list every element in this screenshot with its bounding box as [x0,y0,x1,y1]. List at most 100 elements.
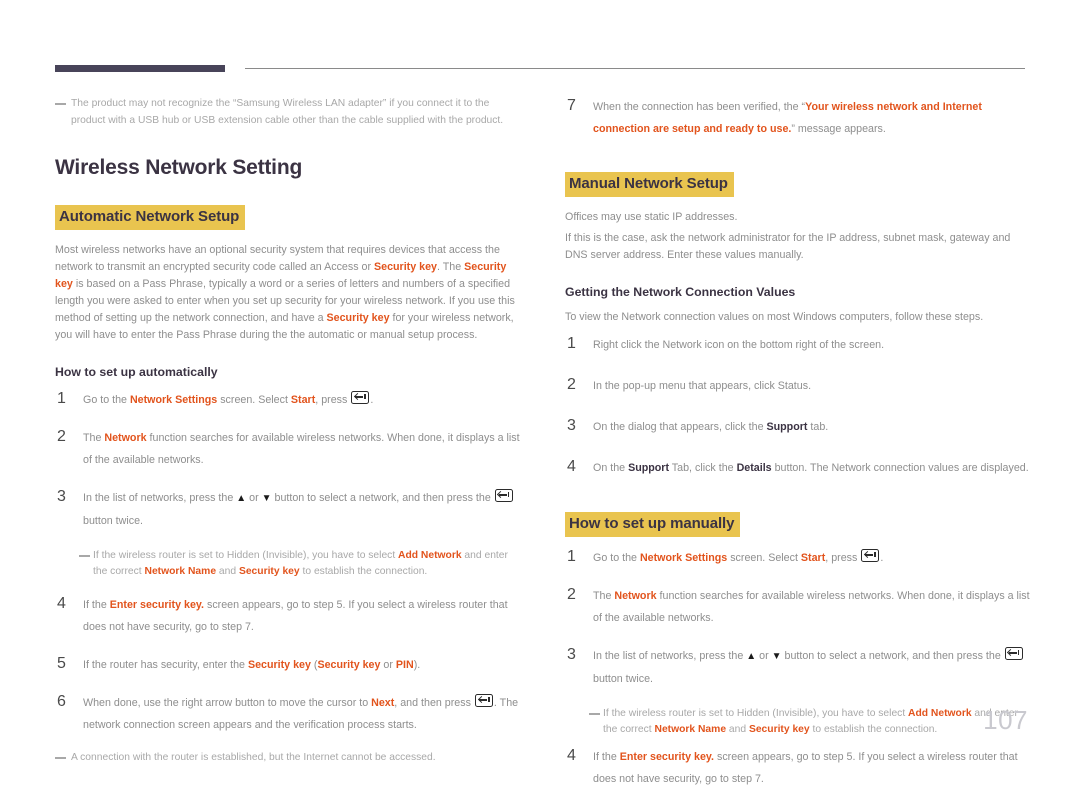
keyword-security-key: Security key [748,724,810,735]
automatic-steps-list: 1 Go to the Network Settings screen. Sel… [55,389,525,736]
step-text: button. The Network connection values ar… [771,462,1029,474]
bottom-note: A connection with the router is establis… [55,750,525,767]
keyword-network: Network [104,432,147,444]
step-item: 2 The Network function searches for avai… [55,427,525,471]
step-item: 1 Go to the Network Settings screen. Sel… [55,389,525,411]
step-text: button to select a network, and then pre… [271,492,494,504]
step-text: The [83,432,105,444]
left-column: The product may not recognize the “Samsu… [55,96,525,771]
right-column: 7 When the connection has been verified,… [565,96,1035,806]
step-text: button twice. [593,673,654,685]
keyword-security-key: Security key [247,659,311,671]
step-item: 6 When done, use the right arrow button … [55,692,525,736]
manual-page: The product may not recognize the “Samsu… [0,0,1080,785]
step-number: 1 [567,335,576,352]
step-text: In the list of networks, press the [83,492,237,504]
keyword-network-name: Network Name [144,566,217,577]
keyword-security-key: Security key [238,566,300,577]
note-text: and [726,724,749,735]
step-item: 4 If the Enter security key. screen appe… [55,594,525,638]
step-text: If the [83,599,110,611]
step-item: 1 Right click the Network icon on the bo… [565,334,1035,356]
keyword-start: Start [290,394,316,406]
header-rule-thick [55,65,225,72]
step-number: 5 [57,655,66,672]
step-text: ). [413,659,421,671]
step-text: ” message appears. [791,123,886,135]
keyword-security-key: Security key [317,659,381,671]
section-heading-automatic-network-setup: Automatic Network Setup [55,205,246,230]
step-text: In the list of networks, press the [593,650,747,662]
step-item: 4 On the Support Tab, click the Details … [565,457,1035,479]
step-text: screen. Select [727,552,801,564]
step-item: 7 When the connection has been verified,… [565,96,1035,140]
keyword-security-key: Security key [326,312,390,324]
step-text: , and then press [394,697,474,709]
keyword-start: Start [800,552,826,564]
section-heading-how-to-set-up-manually: How to set up manually [565,512,741,537]
keyword-support: Support [628,462,670,474]
note-text: If the wireless router is set to Hidden … [93,550,399,561]
step-item: 3 On the dialog that appears, click the … [565,416,1035,438]
page-title: Wireless Network Setting [55,156,303,179]
arrow-up-icon: ▲ [746,651,757,662]
keyword-security-key: Security key [374,261,437,273]
step-number: 7 [567,97,576,114]
step-text: Go to the [83,394,130,406]
step-number: 6 [57,693,66,710]
step-item: 1 Go to the Network Settings screen. Sel… [565,547,1035,569]
step-number: 4 [567,747,576,764]
step-text: tab. [807,421,829,433]
keyword-enter-security-key: Enter security key. [109,599,205,611]
step-text: . [370,394,374,406]
step-text: On the [593,462,629,474]
step-note: If the wireless router is set to Hidden … [589,706,1035,738]
step-text: , press [825,552,861,564]
keyword-add-network: Add Network [398,550,462,561]
keyword-support: Support [766,421,808,433]
step-item: 5 If the router has security, enter the … [55,654,525,676]
intro-paragraph: Most wireless networks have an optional … [55,242,525,344]
step-text: Tab, click the [669,462,737,474]
step-text: or [756,650,772,662]
step-number: 4 [57,595,66,612]
step-number: 2 [57,428,66,445]
step-text: . [880,552,884,564]
enter-key-icon [494,489,513,502]
keyword-network-settings: Network Settings [639,552,728,564]
step-text: function searches for available wireless… [593,590,1030,624]
step-text: When done, use the right arrow button to… [83,697,372,709]
step-text: or [380,659,396,671]
step-item: 3 In the list of networks, press the ▲ o… [55,487,525,532]
step-text: button to select a network, and then pre… [781,650,1004,662]
keyword-enter-security-key: Enter security key. [619,751,715,763]
step-text: or [246,492,262,504]
enter-key-icon [351,391,370,404]
step-text: If the [593,751,620,763]
step-item: 2 The Network function searches for avai… [565,585,1035,629]
manual-para-1: Offices may use static IP addresses. [565,211,738,223]
keyword-network-settings: Network Settings [129,394,218,406]
step-number: 1 [57,390,66,407]
step-text: screen. Select [217,394,291,406]
enter-key-icon [861,549,880,562]
step-text: , press [315,394,351,406]
sub-heading-how-to-set-up-automatically: How to set up automatically [55,365,218,379]
step-text: If the router has security, enter the [83,659,248,671]
note-text: If the wireless router is set to Hidden … [603,708,909,719]
keyword-network: Network [614,590,657,602]
keyword-details: Details [736,462,772,474]
note-text: to establish the connection. [299,566,428,577]
note-text: and [216,566,239,577]
intro-text-2: . The [436,261,465,273]
step-text: function searches for available wireless… [83,432,520,466]
step-text: Go to the [593,552,640,564]
step-item: 2 In the pop-up menu that appears, click… [565,375,1035,397]
manual-steps-list: 1 Go to the Network Settings screen. Sel… [565,547,1035,790]
keyword-add-network: Add Network [908,708,972,719]
step-note: If the wireless router is set to Hidden … [79,548,525,580]
top-note: The product may not recognize the “Samsu… [55,96,525,129]
values-intro: To view the Network connection values on… [565,311,984,323]
keyword-next: Next [371,697,395,709]
step-number: 3 [57,488,66,505]
